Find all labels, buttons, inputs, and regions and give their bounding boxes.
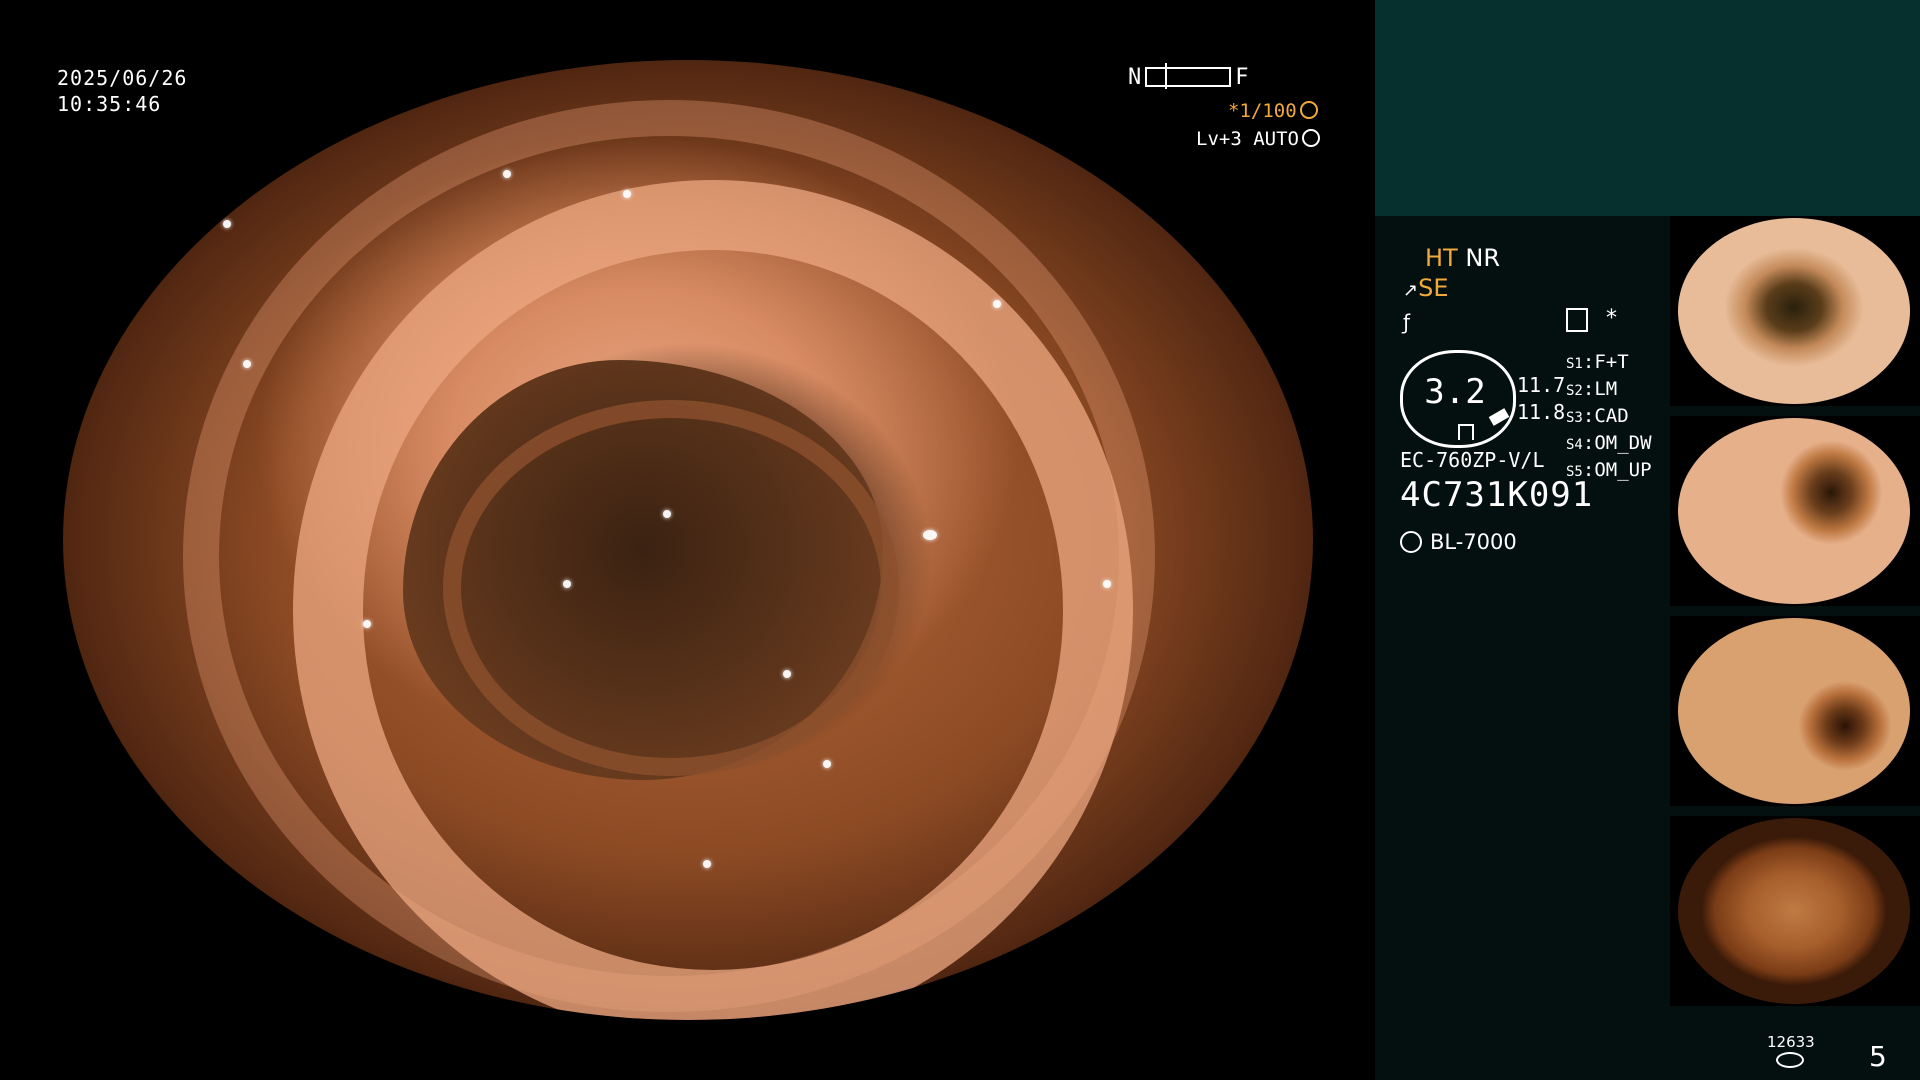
zoom-bar <box>1145 63 1232 89</box>
storage-count: 12633 <box>1767 1033 1815 1051</box>
nr-mode-label: NR <box>1465 244 1500 272</box>
contrast-icon: ƒ <box>1403 310 1411 334</box>
shutter-text: *1/100 <box>1228 100 1297 122</box>
zoom-position-tick <box>1165 63 1168 89</box>
light-reflection <box>703 860 711 868</box>
image-mode-indicators: HT NR ↗SE ƒ <box>1403 243 1500 337</box>
switch-row: S4:OM_DW <box>1566 432 1652 454</box>
light-reflection <box>993 300 1001 308</box>
brightness-level: Lv+3 AUTO <box>1196 128 1320 150</box>
date-text: 2025/06/26 <box>57 66 188 90</box>
thumbnail-image <box>1678 418 1910 604</box>
switch-row: S3:CAD <box>1566 405 1629 427</box>
light-reflection <box>503 170 511 178</box>
measurement-values: 11.7 11.8 <box>1517 372 1565 426</box>
se-mode-label: SE <box>1418 274 1449 302</box>
value-top: 11.7 <box>1517 373 1566 397</box>
switch-row: S1:F+T <box>1566 351 1629 373</box>
captured-thumbnail[interactable] <box>1670 416 1920 606</box>
level-text: Lv+3 AUTO <box>1196 128 1299 150</box>
zoom-gauge-mark <box>1458 424 1474 440</box>
shutter-speed: *1/100 <box>1228 100 1318 122</box>
auto-iris-icon <box>1301 129 1320 147</box>
scope-model: EC-760ZP-V/L <box>1400 448 1545 472</box>
light-reflection <box>923 530 937 540</box>
light-source: BL-7000 <box>1400 530 1517 554</box>
light-reflection <box>623 190 631 198</box>
zoom-gauge-value: 3.2 <box>1424 372 1486 412</box>
light-source-label: BL-7000 <box>1430 530 1517 554</box>
value-bottom: 11.8 <box>1517 400 1566 424</box>
sun-icon <box>1400 531 1422 553</box>
near-far-zoom-indicator: N F <box>1128 63 1249 90</box>
captured-thumbnail[interactable] <box>1670 616 1920 806</box>
structure-enhance-icon: ↗ <box>1403 280 1419 301</box>
switch-row: S2:LM <box>1566 378 1618 400</box>
light-reflection <box>223 220 231 228</box>
aperture-icon <box>1299 101 1318 119</box>
ht-mode-label: HT <box>1425 244 1458 272</box>
endoscope-live-view <box>63 60 1313 1020</box>
inner-fold <box>443 400 899 776</box>
light-reflection <box>663 510 671 518</box>
light-reflection <box>1103 580 1111 588</box>
storage-disk-icon <box>1776 1052 1804 1068</box>
light-reflection <box>363 620 371 628</box>
light-reflection <box>823 760 831 768</box>
star-marker: * <box>1606 306 1617 331</box>
near-label: N <box>1128 64 1142 90</box>
page-number: 5 <box>1869 1040 1887 1073</box>
light-reflection <box>243 360 251 368</box>
thumbnail-image <box>1678 218 1910 404</box>
captured-thumbnail[interactable] <box>1670 216 1920 406</box>
light-reflection <box>563 580 571 588</box>
datetime-overlay: 2025/06/26 10:35:46 <box>57 65 187 117</box>
scope-serial: 4C731K091 <box>1400 475 1594 515</box>
thumbnail-image <box>1678 618 1910 804</box>
scope-switch-assignments: S1:F+T S2:LM S3:CAD S4:OM_DW S5:OM_UP <box>1566 350 1652 485</box>
captured-thumbnail[interactable] <box>1670 816 1920 1006</box>
light-reflection <box>783 670 791 678</box>
info-panel-header <box>1375 0 1920 216</box>
time-text: 10:35:46 <box>57 92 162 116</box>
report-icon <box>1566 308 1588 332</box>
thumbnail-image <box>1678 818 1910 1004</box>
far-label: F <box>1235 64 1249 90</box>
